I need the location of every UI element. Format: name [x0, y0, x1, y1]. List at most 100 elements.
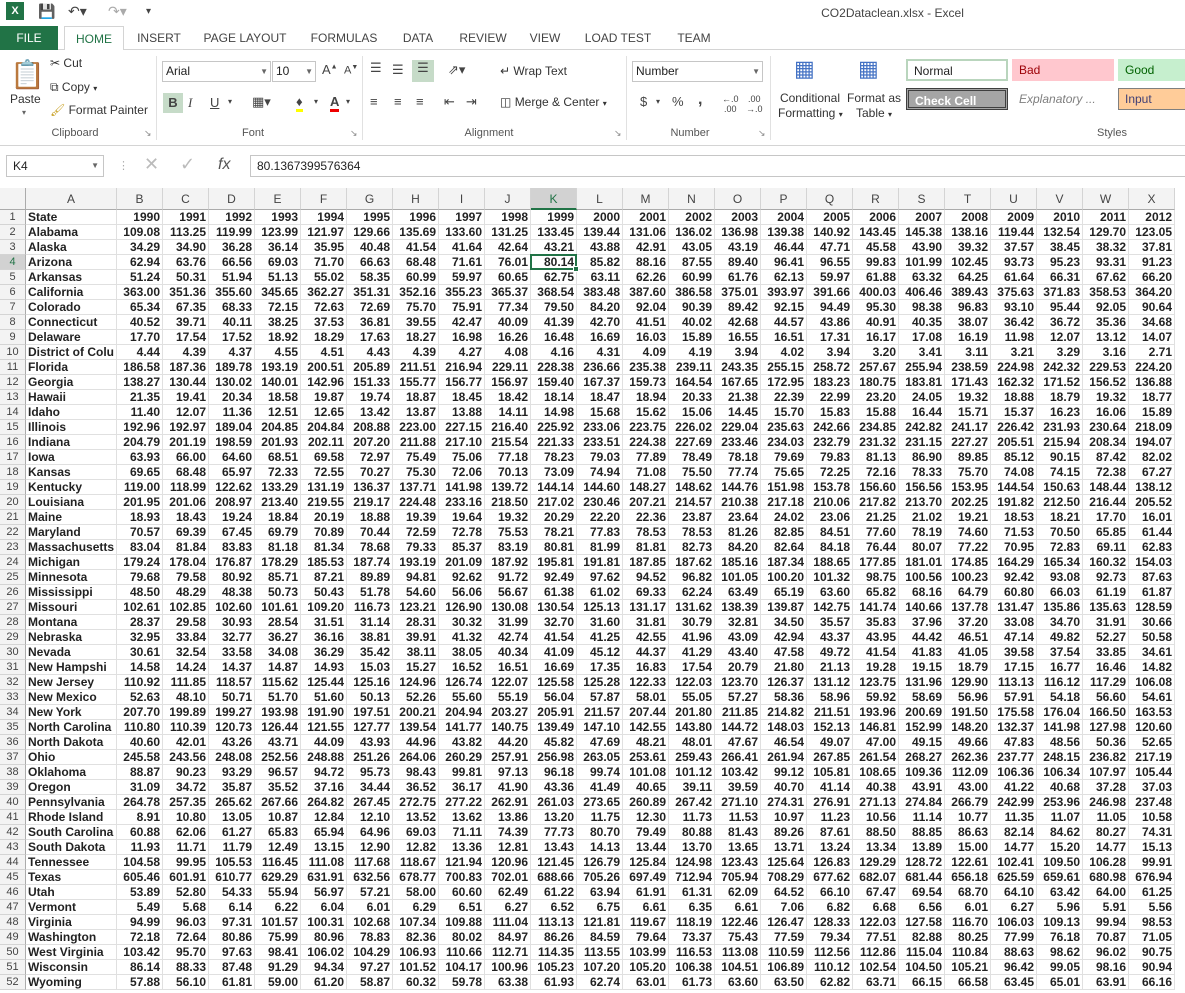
value-cell[interactable]: 18.27 [393, 330, 439, 345]
header-cell[interactable]: 1995 [347, 210, 393, 225]
value-cell[interactable]: 52.63 [117, 690, 163, 705]
state-cell[interactable]: Kentucky [26, 480, 117, 495]
value-cell[interactable]: 210.06 [807, 495, 853, 510]
value-cell[interactable]: 21.25 [853, 510, 899, 525]
state-cell[interactable]: Tennessee [26, 855, 117, 870]
value-cell[interactable]: 80.02 [439, 930, 485, 945]
value-cell[interactable]: 81.34 [301, 540, 347, 555]
value-cell[interactable]: 88.16 [623, 255, 669, 270]
value-cell[interactable]: 122.07 [485, 675, 531, 690]
value-cell[interactable]: 16.98 [439, 330, 485, 345]
value-cell[interactable]: 79.49 [623, 825, 669, 840]
row-header[interactable]: 18 [0, 465, 26, 480]
value-cell[interactable]: 59.00 [255, 975, 301, 990]
orientation-icon[interactable]: ⇗▾ [448, 62, 465, 78]
value-cell[interactable]: 258.72 [807, 360, 853, 375]
value-cell[interactable]: 112.86 [853, 945, 899, 960]
value-cell[interactable]: 62.09 [715, 885, 761, 900]
value-cell[interactable]: 266.41 [715, 750, 761, 765]
increase-indent-icon[interactable]: ⇥ [466, 94, 477, 110]
value-cell[interactable]: 106.36 [991, 765, 1037, 780]
value-cell[interactable]: 50.36 [1083, 735, 1129, 750]
value-cell[interactable]: 59.78 [439, 975, 485, 990]
value-cell[interactable]: 87.42 [1083, 450, 1129, 465]
state-cell[interactable]: Nevada [26, 645, 117, 660]
value-cell[interactable]: 78.83 [347, 930, 393, 945]
value-cell[interactable]: 38.11 [393, 645, 439, 660]
value-cell[interactable]: 124.96 [393, 675, 439, 690]
value-cell[interactable]: 98.75 [853, 570, 899, 585]
value-cell[interactable]: 13.44 [623, 840, 669, 855]
value-cell[interactable]: 14.24 [163, 660, 209, 675]
value-cell[interactable]: 129.66 [347, 225, 393, 240]
value-cell[interactable]: 217.02 [531, 495, 577, 510]
value-cell[interactable]: 65.82 [853, 585, 899, 600]
value-cell[interactable]: 13.20 [531, 810, 577, 825]
value-cell[interactable]: 242.66 [807, 420, 853, 435]
value-cell[interactable]: 4.43 [347, 345, 393, 360]
value-cell[interactable]: 38.25 [255, 315, 301, 330]
value-cell[interactable]: 19.21 [945, 510, 991, 525]
value-cell[interactable]: 238.59 [945, 360, 991, 375]
value-cell[interactable]: 271.10 [715, 795, 761, 810]
value-cell[interactable]: 102.61 [117, 600, 163, 615]
value-cell[interactable]: 272.75 [393, 795, 439, 810]
value-cell[interactable]: 217.82 [853, 495, 899, 510]
value-cell[interactable]: 80.92 [209, 570, 255, 585]
value-cell[interactable]: 66.16 [1129, 975, 1175, 990]
value-cell[interactable]: 18.94 [623, 390, 669, 405]
value-cell[interactable]: 58.36 [761, 690, 807, 705]
value-cell[interactable]: 178.29 [255, 555, 301, 570]
value-cell[interactable]: 92.15 [761, 300, 807, 315]
value-cell[interactable]: 17.54 [163, 330, 209, 345]
value-cell[interactable]: 5.96 [1037, 900, 1083, 915]
row-header[interactable]: 11 [0, 360, 26, 375]
value-cell[interactable]: 215.94 [1037, 435, 1083, 450]
value-cell[interactable]: 78.49 [669, 450, 715, 465]
value-cell[interactable]: 122.61 [945, 855, 991, 870]
value-cell[interactable]: 39.71 [163, 315, 209, 330]
value-cell[interactable]: 204.79 [117, 435, 163, 450]
value-cell[interactable]: 44.96 [393, 735, 439, 750]
value-cell[interactable]: 15.00 [945, 840, 991, 855]
value-cell[interactable]: 83.04 [117, 540, 163, 555]
value-cell[interactable]: 82.85 [761, 525, 807, 540]
value-cell[interactable]: 79.33 [393, 540, 439, 555]
value-cell[interactable]: 45.12 [577, 645, 623, 660]
value-cell[interactable]: 89.40 [715, 255, 761, 270]
value-cell[interactable]: 274.31 [761, 795, 807, 810]
value-cell[interactable]: 121.81 [577, 915, 623, 930]
value-cell[interactable]: 69.03 [255, 255, 301, 270]
value-cell[interactable]: 375.01 [715, 285, 761, 300]
column-header[interactable]: J [485, 188, 531, 210]
value-cell[interactable]: 84.51 [807, 525, 853, 540]
value-cell[interactable]: 345.65 [255, 285, 301, 300]
value-cell[interactable]: 113.25 [163, 225, 209, 240]
value-cell[interactable]: 4.02 [761, 345, 807, 360]
value-cell[interactable]: 36.17 [439, 780, 485, 795]
value-cell[interactable]: 211.85 [715, 705, 761, 720]
row-header[interactable]: 43 [0, 840, 26, 855]
value-cell[interactable]: 136.37 [347, 480, 393, 495]
value-cell[interactable]: 44.20 [485, 735, 531, 750]
value-cell[interactable]: 18.79 [945, 660, 991, 675]
value-cell[interactable]: 156.56 [899, 480, 945, 495]
value-cell[interactable]: 705.94 [715, 870, 761, 885]
value-cell[interactable]: 132.37 [991, 720, 1037, 735]
value-cell[interactable]: 62.49 [485, 885, 531, 900]
value-cell[interactable]: 107.34 [393, 915, 439, 930]
header-cell[interactable]: 2006 [853, 210, 899, 225]
value-cell[interactable]: 48.56 [1037, 735, 1083, 750]
value-cell[interactable]: 69.33 [623, 585, 669, 600]
value-cell[interactable]: 126.74 [439, 675, 485, 690]
value-cell[interactable]: 42.01 [163, 735, 209, 750]
value-cell[interactable]: 61.81 [209, 975, 255, 990]
value-cell[interactable]: 34.72 [163, 780, 209, 795]
state-cell[interactable]: Washington [26, 930, 117, 945]
value-cell[interactable]: 141.74 [853, 600, 899, 615]
value-cell[interactable]: 264.78 [117, 795, 163, 810]
value-cell[interactable]: 99.94 [1083, 915, 1129, 930]
value-cell[interactable]: 4.39 [393, 345, 439, 360]
style-explanatory[interactable]: Explanatory ... [1012, 88, 1114, 110]
value-cell[interactable]: 34.68 [1129, 315, 1175, 330]
